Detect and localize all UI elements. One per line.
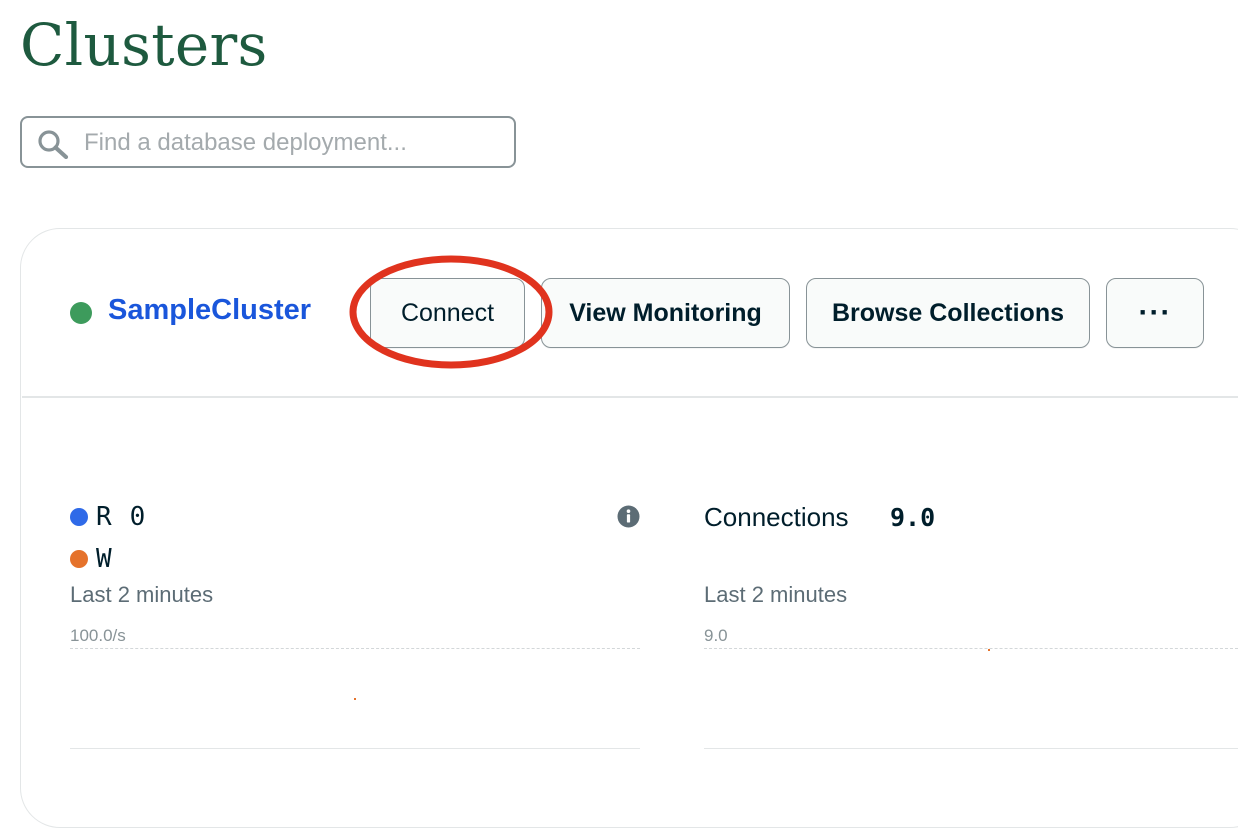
ops-timespan: Last 2 minutes	[70, 582, 214, 607]
page-title: Clusters	[20, 11, 268, 79]
cluster-name-link[interactable]: SampleCluster	[108, 294, 311, 327]
search-box[interactable]	[20, 116, 516, 168]
connections-timespan: Last 2 minutes	[704, 582, 848, 607]
info-icon[interactable]	[617, 505, 640, 528]
search-input[interactable]	[82, 124, 504, 162]
connections-baseline	[704, 748, 1238, 749]
legend-write: W	[70, 544, 112, 574]
ops-axis-max: 100.0/s	[70, 626, 126, 645]
read-value: 0	[129, 502, 146, 532]
view-monitoring-button[interactable]: View Monitoring	[541, 278, 790, 348]
connect-button[interactable]: Connect	[370, 278, 525, 348]
search-icon	[38, 130, 69, 159]
write-series-dot	[70, 550, 88, 568]
connections-max-gridline	[704, 648, 1238, 649]
ops-data-point	[354, 698, 356, 700]
browse-collections-button[interactable]: Browse Collections	[806, 278, 1090, 348]
connections-axis-max: 9.0	[704, 626, 728, 645]
ops-max-gridline	[70, 648, 640, 649]
card-divider	[22, 396, 1238, 398]
connections-data-point	[988, 649, 990, 651]
connections-label: Connections	[704, 502, 849, 532]
cluster-status-dot	[70, 302, 92, 324]
ops-baseline	[70, 748, 640, 749]
read-series-dot	[70, 508, 88, 526]
legend-read: R 0	[70, 502, 145, 532]
connections-value: 9.0	[890, 503, 936, 532]
read-label: R	[96, 502, 112, 532]
write-label: W	[96, 544, 112, 574]
more-options-button[interactable]: ···	[1106, 278, 1204, 348]
